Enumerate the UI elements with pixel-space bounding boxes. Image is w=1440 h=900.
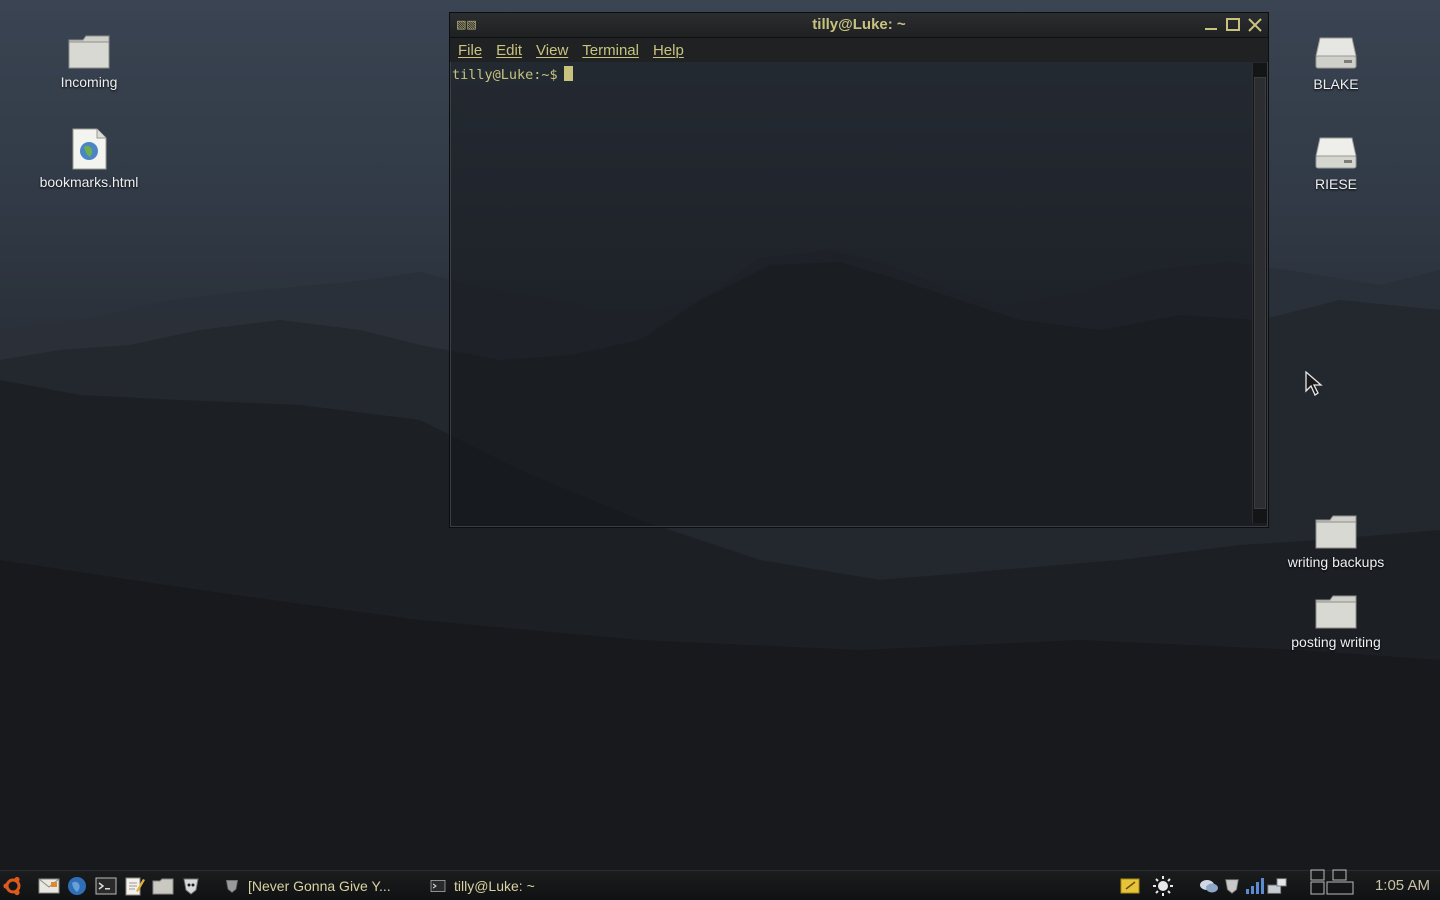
menu-terminal[interactable]: Terminal: [582, 42, 639, 59]
folder-icon: [1312, 506, 1360, 550]
desktop-icon-label: Incoming: [60, 74, 118, 90]
desktop-icon-bookmarks-html[interactable]: bookmarks.html: [24, 126, 154, 190]
browser-globe-icon: [66, 875, 88, 897]
menu-edit[interactable]: Edit: [496, 42, 522, 59]
window-title: tilly@Luke: ~: [812, 16, 906, 33]
tray-network[interactable]: [1266, 875, 1288, 897]
menu-help[interactable]: Help: [653, 42, 684, 59]
drive-icon: [1312, 128, 1360, 172]
close-icon[interactable]: [1246, 17, 1264, 33]
desktop-icon-label: bookmarks.html: [39, 174, 139, 190]
launcher-terminal[interactable]: [95, 875, 117, 897]
launcher-file-manager[interactable]: [152, 875, 174, 897]
folder-icon: [1312, 586, 1360, 630]
notes-icon: [1119, 875, 1141, 897]
tray-shield[interactable]: [1221, 875, 1243, 897]
terminal-menubar: File Edit View Terminal Help: [450, 38, 1268, 62]
media-player-icon: [224, 878, 240, 894]
desktop[interactable]: Incoming bookmarks.html BLAKE RIESE writ…: [0, 0, 1440, 900]
scrollbar-thumb[interactable]: [1254, 77, 1266, 509]
file-manager-icon: [152, 875, 174, 897]
terminal-content[interactable]: tilly@Luke:~$: [450, 63, 1253, 523]
ubuntu-menu-icon: [2, 875, 24, 897]
taskbar: [Never Gonna Give Y... tilly@Luke: ~ 1:0…: [0, 869, 1440, 900]
text-editor-icon: [123, 875, 145, 897]
maximize-icon[interactable]: [1224, 17, 1242, 33]
terminal-icon: [95, 875, 117, 897]
desktop-icon-incoming[interactable]: Incoming: [24, 26, 154, 90]
launcher-mail[interactable]: [38, 875, 60, 897]
terminal-icon: [430, 878, 446, 894]
desktop-icon-label: BLAKE: [1313, 76, 1359, 92]
menu-file[interactable]: File: [458, 42, 482, 59]
launcher-browser[interactable]: [66, 875, 88, 897]
network-icon: [1266, 875, 1288, 897]
media-player-icon: [180, 875, 202, 897]
desktop-icon-label: posting writing: [1291, 634, 1381, 650]
tray-chat[interactable]: [1198, 875, 1220, 897]
tray-notes[interactable]: [1119, 875, 1141, 897]
drive-icon: [1312, 28, 1360, 72]
desktop-icon-writing-backups[interactable]: writing backups: [1271, 506, 1401, 570]
tray-signal[interactable]: [1243, 875, 1265, 897]
task-label: tilly@Luke: ~: [454, 878, 535, 894]
taskbar-task-media-player[interactable]: [Never Gonna Give Y...: [220, 874, 420, 898]
task-label: [Never Gonna Give Y...: [248, 878, 391, 894]
chat-icon: [1198, 875, 1220, 897]
clock[interactable]: 1:05 AM: [1375, 877, 1430, 894]
launcher-media-player[interactable]: [180, 875, 202, 897]
mouse-pointer-icon: [1305, 371, 1323, 396]
tray-weather[interactable]: [1152, 875, 1174, 897]
ubuntu-menu-button[interactable]: [2, 875, 24, 897]
minimize-icon[interactable]: [1202, 17, 1220, 33]
terminal-window[interactable]: ▧▧ tilly@Luke: ~ File Edit View Terminal…: [449, 12, 1269, 528]
desktop-icon-riese[interactable]: RIESE: [1271, 128, 1401, 192]
desktop-icon-blake[interactable]: BLAKE: [1271, 28, 1401, 92]
text-cursor: [563, 66, 573, 81]
shell-prompt: tilly@Luke:~$: [452, 67, 558, 83]
terminal-scrollbar[interactable]: [1252, 63, 1267, 523]
mail-icon: [38, 875, 60, 897]
menu-view[interactable]: View: [536, 42, 568, 59]
signal-icon: [1243, 875, 1265, 897]
tray-workspace-switcher[interactable]: [1310, 869, 1354, 895]
shield-icon: [1221, 875, 1243, 897]
desktop-icon-label: writing backups: [1287, 554, 1385, 570]
window-titlebar[interactable]: ▧▧ tilly@Luke: ~: [450, 13, 1268, 38]
workspace-switcher-icon: [1310, 869, 1354, 900]
taskbar-task-terminal[interactable]: tilly@Luke: ~: [426, 874, 630, 898]
weather-icon: [1152, 875, 1174, 897]
launcher-text-editor[interactable]: [123, 875, 145, 897]
folder-icon: [65, 26, 113, 70]
desktop-icon-posting-writing[interactable]: posting writing: [1271, 586, 1401, 650]
html-file-icon: [65, 126, 113, 170]
desktop-icon-label: RIESE: [1314, 176, 1357, 192]
